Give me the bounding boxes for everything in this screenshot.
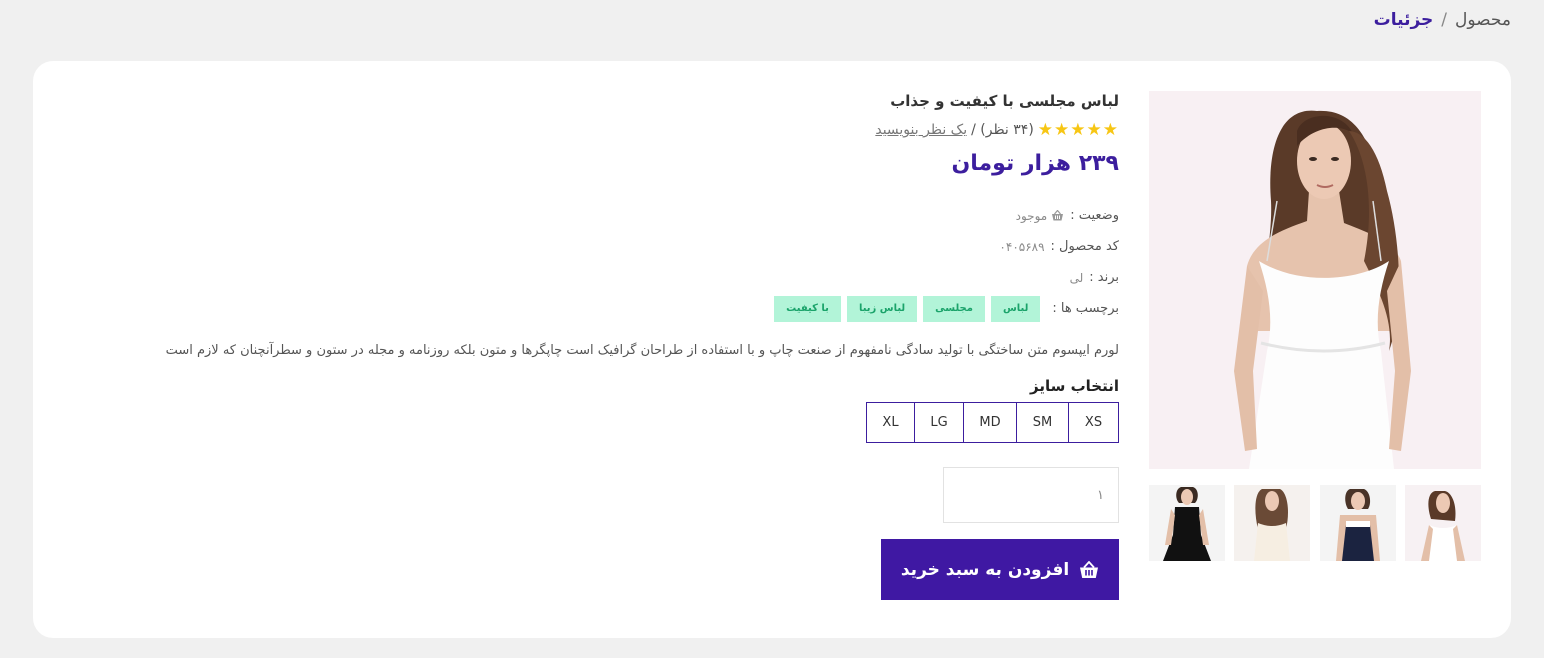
status-row: وضعیت : موجود xyxy=(139,200,1119,231)
tag-item[interactable]: لباس xyxy=(990,295,1041,322)
shopping-basket-icon xyxy=(1080,560,1099,578)
product-meta: وضعیت : موجود کد محصول : ۰۴۰۵۶۸۹ برند: … xyxy=(139,200,1119,324)
thumbnail-navy-dress[interactable] xyxy=(1319,485,1396,561)
basket-small-icon xyxy=(1052,210,1064,221)
size-selector: XS SM MD LG XL xyxy=(139,402,1119,443)
code-value: ۰۴۰۵۶۸۹ xyxy=(999,239,1045,254)
breadcrumb-separator: / xyxy=(1441,10,1448,30)
status-value: موجود xyxy=(1016,209,1065,223)
size-option-sm[interactable]: SM xyxy=(1016,402,1069,443)
quantity-input[interactable] xyxy=(943,467,1119,523)
tag-item[interactable]: با کیفیت xyxy=(774,295,841,322)
status-label: وضعیت : xyxy=(1070,208,1119,223)
model-white-dress-image xyxy=(1149,91,1481,469)
tag-item[interactable]: لباس زیبا xyxy=(846,295,918,322)
size-option-lg[interactable]: LG xyxy=(914,402,964,443)
breadcrumb-details: جزئیات xyxy=(1373,10,1434,30)
code-row: کد محصول : ۰۴۰۵۶۸۹ xyxy=(139,231,1119,262)
product-price: ۲۳۹ هزار تومان xyxy=(951,151,1119,176)
product-title: لباس مجلسی با کیفیت و جذاب xyxy=(890,92,1119,110)
size-label: انتخاب سایز xyxy=(1030,377,1119,395)
product-card: لباس مجلسی با کیفیت و جذاب ★★★★★ (۳۴ نظر… xyxy=(33,61,1511,638)
size-option-xs[interactable]: XS xyxy=(1068,402,1119,443)
brand-label: برند : xyxy=(1089,270,1119,285)
tags-label: برچسب ها : xyxy=(1052,301,1119,316)
breadcrumb: محصول / جزئیات xyxy=(1374,10,1511,30)
add-to-cart-label: افزودن به سبد خرید xyxy=(900,559,1070,580)
size-option-md[interactable]: MD xyxy=(963,402,1017,443)
reviews-count: (۳۴ نظر) / xyxy=(971,122,1034,138)
thumbnail-black-dress[interactable] xyxy=(1149,485,1225,561)
product-info: لباس مجلسی با کیفیت و جذاب ★★★★★ (۳۴ نظر… xyxy=(139,89,1119,600)
size-option-xl[interactable]: XL xyxy=(866,402,915,443)
add-to-cart-button[interactable]: افزودن به سبد خرید xyxy=(881,539,1119,600)
tags-list: لباس مجلسی لباس زیبا با کیفیت xyxy=(774,295,1041,322)
product-main-image xyxy=(1149,91,1481,469)
tag-item[interactable]: مجلسی xyxy=(923,295,985,322)
product-description: لورم ایپسوم متن ساختگی با تولید سادگی نا… xyxy=(165,343,1119,358)
rating-stars-icon: ★★★★★ xyxy=(1037,120,1119,140)
tags-row: برچسب ها : لباس مجلسی لباس زیبا با کیفیت xyxy=(139,293,1119,324)
product-thumbnails xyxy=(1149,485,1481,561)
breadcrumb-product[interactable]: محصول xyxy=(1455,10,1511,30)
thumbnail-white-dress[interactable] xyxy=(1404,485,1481,561)
write-review-link[interactable]: یک نظر بنویسید xyxy=(875,122,967,138)
brand-value: لی xyxy=(1069,270,1084,285)
thumbnail-cream-dress[interactable] xyxy=(1234,485,1311,561)
code-label: کد محصول : xyxy=(1050,239,1119,254)
brand-row: برند : لی xyxy=(139,262,1119,293)
status-value-text: موجود xyxy=(1015,208,1048,223)
rating-row: ★★★★★ (۳۴ نظر) / یک نظر بنویسید xyxy=(139,118,1119,142)
